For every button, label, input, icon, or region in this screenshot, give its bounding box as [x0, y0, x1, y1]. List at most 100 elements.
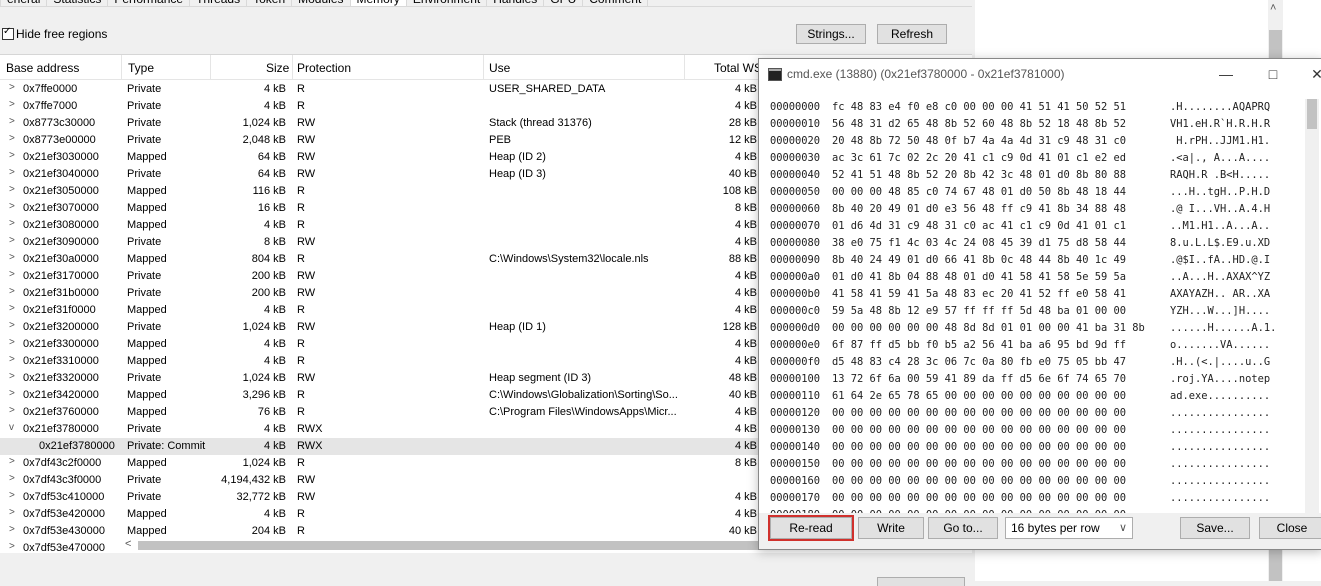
cell-base-address: 0x7df53c410000: [23, 491, 105, 503]
cell-protection: R: [297, 83, 305, 95]
row-expand-icon[interactable]: >: [9, 82, 15, 93]
row-expand-icon[interactable]: >: [9, 133, 15, 144]
row-expand-icon[interactable]: >: [9, 473, 15, 484]
row-expand-icon[interactable]: >: [9, 371, 15, 382]
cell-size: 4 kB: [263, 508, 286, 520]
hex-offset: 000000b0: [770, 288, 821, 300]
cell-size: 1,024 kB: [242, 117, 286, 129]
cell-base-address: 0x7df53e420000: [23, 508, 105, 520]
row-expand-icon[interactable]: >: [9, 337, 15, 348]
hex-view[interactable]: 00000000 fc 48 83 e4 f0 e8 c0 00 00 00 41…: [767, 99, 1303, 513]
row-expand-icon[interactable]: >: [9, 456, 15, 467]
cell-type: Mapped: [127, 406, 167, 418]
hex-bytes: 6f 87 ff d5 bb f0 b5 a2 56 41 ba a6 95 b…: [832, 339, 1127, 351]
row-expand-icon[interactable]: >: [9, 235, 15, 246]
row-expand-icon[interactable]: >: [9, 320, 15, 331]
hex-offset: 00000100: [770, 373, 821, 385]
cell-base-address: 0x7ffe7000: [23, 100, 78, 112]
maximize-icon[interactable]: □: [1258, 64, 1288, 84]
hex-bytes: 01 d6 4d 31 c9 48 31 c0 ac 41 c1 c9 0d 4…: [832, 220, 1127, 232]
bottom-button-partial[interactable]: [877, 577, 965, 586]
column-base-address[interactable]: Base address: [6, 61, 79, 75]
checkbox-checked-icon[interactable]: [2, 26, 14, 40]
bytes-per-row-select[interactable]: 16 bytes per row ∨: [1005, 517, 1133, 539]
cell-size: 204 kB: [251, 525, 286, 537]
hex-bytes: 00 00 00 48 85 c0 74 67 48 01 d0 50 8b 4…: [832, 186, 1127, 198]
horizontal-scrollbar-thumb[interactable]: [138, 541, 758, 550]
cell-protection: RW: [297, 372, 316, 384]
row-expand-icon[interactable]: >: [9, 218, 15, 229]
column-divider[interactable]: [121, 55, 122, 79]
goto-button[interactable]: Go to...: [928, 517, 998, 539]
row-expand-icon[interactable]: >: [9, 269, 15, 280]
hex-view-scrollbar[interactable]: [1305, 99, 1319, 513]
column-use[interactable]: Use: [489, 61, 510, 75]
column-divider[interactable]: [684, 55, 685, 79]
hex-offset: 00000080: [770, 237, 821, 249]
column-size[interactable]: Size: [266, 61, 289, 75]
row-expand-icon[interactable]: >: [9, 524, 15, 535]
write-button[interactable]: Write: [858, 517, 924, 539]
cell-size: 4 kB: [263, 100, 286, 112]
strings-button[interactable]: Strings...: [796, 24, 866, 44]
cell-total-ws: 4 kB: [734, 151, 757, 163]
row-expand-icon[interactable]: >: [9, 150, 15, 161]
row-expand-icon[interactable]: >: [9, 252, 15, 263]
cell-type: Mapped: [127, 525, 167, 537]
row-expand-icon[interactable]: >: [9, 286, 15, 297]
cell-protection: RW: [297, 287, 316, 299]
column-divider[interactable]: [210, 55, 211, 79]
row-expand-icon[interactable]: >: [9, 490, 15, 501]
save-button[interactable]: Save...: [1180, 517, 1250, 539]
hex-offset: 00000020: [770, 135, 821, 147]
row-expand-icon[interactable]: >: [9, 184, 15, 195]
row-expand-icon[interactable]: >: [9, 99, 15, 110]
cell-total-ws: 4 kB: [734, 83, 757, 95]
dialog-titlebar[interactable]: cmd.exe (13880) (0x21ef3780000 - 0x21ef3…: [759, 59, 1321, 89]
hex-offset: 00000120: [770, 407, 821, 419]
cell-total-ws: 4 kB: [734, 355, 757, 367]
cell-total-ws: 4 kB: [734, 508, 757, 520]
hex-bytes: 00 00 00 00 00 00 00 00 00 00 00 00 00 0…: [832, 441, 1127, 453]
row-expand-icon[interactable]: >: [9, 303, 15, 314]
hex-view-scrollbar-thumb[interactable]: [1307, 99, 1317, 129]
refresh-button[interactable]: Refresh: [877, 24, 947, 44]
hex-ascii: ..M1.H1..A...A..: [1170, 220, 1271, 232]
row-expand-icon[interactable]: >: [9, 201, 15, 212]
row-expand-icon[interactable]: >: [9, 405, 15, 416]
column-divider[interactable]: [292, 55, 293, 79]
row-expand-icon[interactable]: v: [9, 422, 14, 433]
cell-base-address: 0x21ef31b0000: [23, 287, 99, 299]
hex-ascii: ..A...H..AXAX^YZ: [1170, 271, 1271, 283]
reread-highlight-box: [768, 515, 854, 541]
cell-type: Mapped: [127, 253, 167, 265]
cell-total-ws: 12 kB: [728, 134, 757, 146]
column-protection[interactable]: Protection: [297, 61, 351, 75]
cell-protection: RW: [297, 236, 316, 248]
row-expand-icon[interactable]: >: [9, 116, 15, 127]
column-divider[interactable]: [483, 55, 484, 79]
cell-type: Mapped: [127, 304, 167, 316]
row-expand-icon[interactable]: >: [9, 507, 15, 518]
row-expand-icon[interactable]: >: [9, 388, 15, 399]
close-icon[interactable]: ✕: [1302, 64, 1321, 84]
column-total-ws[interactable]: Total WS: [714, 61, 762, 75]
hide-free-regions-checkbox[interactable]: Hide free regions: [2, 26, 107, 41]
row-expand-icon[interactable]: >: [9, 167, 15, 178]
cell-base-address: 0x21ef30a0000: [23, 253, 99, 265]
cell-type: Mapped: [127, 355, 167, 367]
cell-type: Private: [127, 491, 162, 503]
hex-ascii: ...H..tgH..P.H.D: [1170, 186, 1271, 198]
cell-base-address: 0x21ef3070000: [23, 202, 99, 214]
scroll-left-icon[interactable]: <: [125, 538, 131, 550]
hex-ascii: YZH...W...]H....: [1170, 305, 1271, 317]
close-button[interactable]: Close: [1259, 517, 1321, 539]
minimize-icon[interactable]: —: [1211, 64, 1241, 84]
scroll-up-icon[interactable]: ˄: [1270, 2, 1276, 14]
row-expand-icon[interactable]: >: [9, 541, 15, 552]
row-expand-icon[interactable]: >: [9, 354, 15, 365]
column-type[interactable]: Type: [128, 61, 154, 75]
cell-size: 8 kB: [263, 236, 286, 248]
hex-ascii: ................: [1170, 475, 1271, 487]
hex-ascii: AXAYAZH.. AR..XA: [1170, 288, 1271, 300]
